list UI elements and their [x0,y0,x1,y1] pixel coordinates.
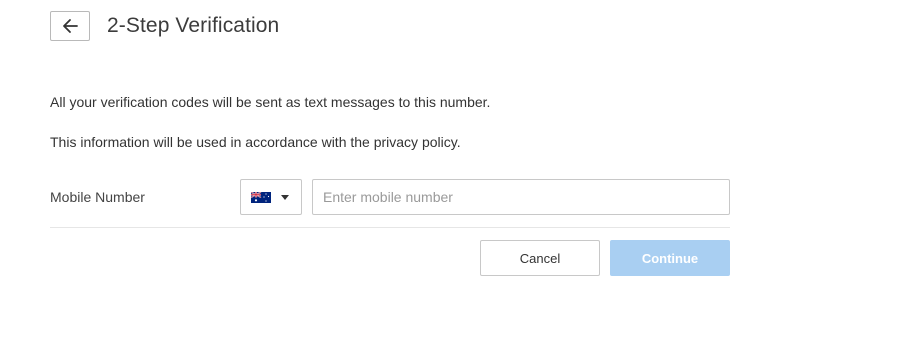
privacy-info-text: This information will be used in accorda… [50,134,461,150]
page-title: 2-Step Verification [107,14,280,37]
australia-flag-icon [251,191,271,203]
arrow-left-icon [63,19,78,33]
page-header: 2-Step Verification [50,11,279,41]
caret-down-icon [281,194,289,200]
mobile-number-input[interactable] [312,179,730,215]
sms-info-text: All your verification codes will be sent… [50,94,491,110]
back-button[interactable] [50,11,90,41]
form-divider [50,227,730,228]
two-step-verification-page: 2-Step Verification All your verificatio… [0,0,899,354]
country-code-select[interactable] [240,179,302,215]
continue-button[interactable]: Continue [610,240,730,276]
cancel-button[interactable]: Cancel [480,240,600,276]
mobile-number-label: Mobile Number [50,189,145,205]
